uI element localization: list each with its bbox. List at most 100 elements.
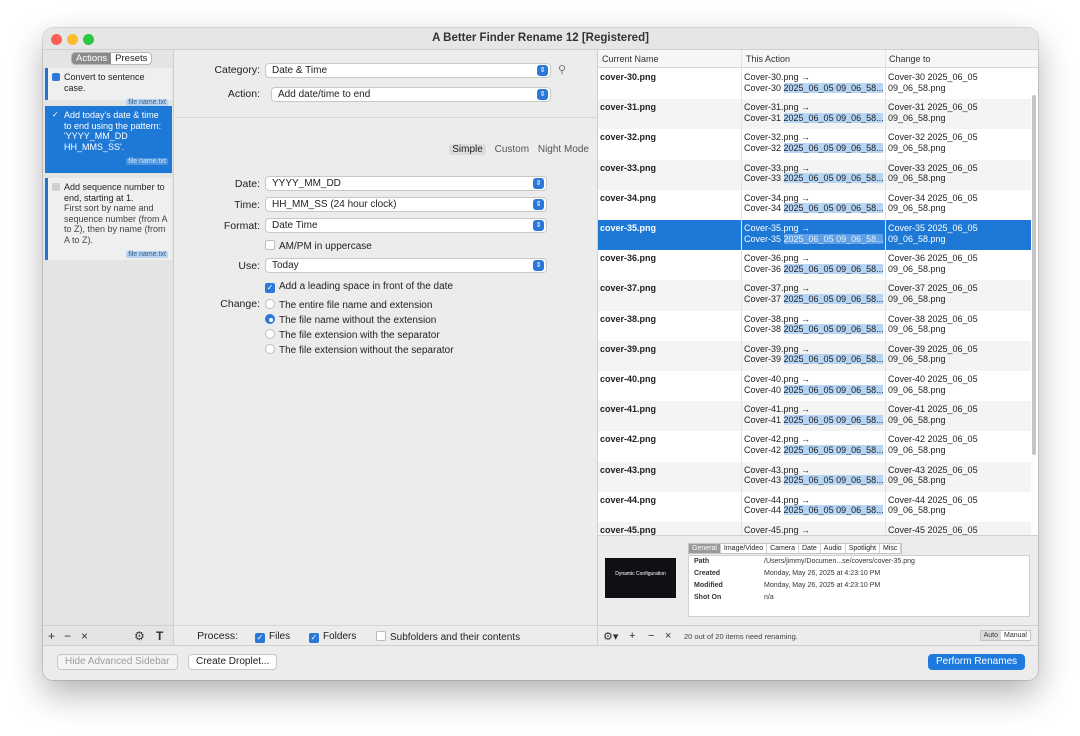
process-files-checkbox[interactable]: ✓ Files: [255, 631, 290, 643]
gear-icon[interactable]: ⚙▾: [603, 630, 618, 643]
info-tab-image-video[interactable]: Image/Video: [721, 544, 768, 553]
mode-night[interactable]: Night Mode: [538, 144, 589, 155]
change-to-line1: Cover-38 2025_06_05: [888, 313, 978, 324]
hide-advanced-sidebar-button[interactable]: Hide Advanced Sidebar: [57, 654, 178, 670]
current-name-cell: cover-44.png: [600, 494, 657, 505]
info-tab-audio[interactable]: Audio: [821, 544, 846, 553]
this-action-cell: Cover-39.png → Cover-39 2025_06_05 09_06_…: [744, 344, 883, 365]
remove-action-button[interactable]: −: [64, 629, 71, 643]
time-popup[interactable]: HH_MM_SS (24 hour clock) ⇕: [265, 197, 547, 212]
add-files-button[interactable]: +: [629, 630, 635, 642]
info-value: n/a: [764, 594, 774, 601]
ampm-uppercase-checkbox[interactable]: AM/PM in uppercase: [265, 240, 372, 252]
action-item-sequence-number[interactable]: Add sequence number to end, starting at …: [45, 178, 172, 260]
delete-action-button[interactable]: ×: [81, 629, 88, 643]
thumbnail-title: Dynamic Configuration: [615, 571, 666, 577]
auto-option[interactable]: Auto: [980, 631, 1002, 640]
change-option-ext-with-sep[interactable]: The file extension with the separator: [265, 329, 440, 341]
check-icon[interactable]: ✓: [255, 633, 265, 643]
table-row[interactable]: cover-42.png Cover-42.png → Cover-42 2025_…: [598, 431, 1031, 461]
info-tab-date[interactable]: Date: [799, 544, 821, 553]
table-row[interactable]: cover-40.png Cover-40.png → Cover-40 2025_…: [598, 371, 1031, 401]
tab-presets[interactable]: Presets: [111, 53, 151, 64]
action-enabled-checkbox[interactable]: [52, 183, 60, 191]
change-option-ext-without-sep[interactable]: The file extension without the separator: [265, 344, 454, 356]
info-tab-misc[interactable]: Misc: [880, 544, 902, 553]
table-row[interactable]: cover-32.png Cover-32.png → Cover-32 2025_…: [598, 129, 1031, 159]
info-tab-camera[interactable]: Camera: [767, 544, 799, 553]
checkbox-box[interactable]: [376, 631, 386, 641]
table-row[interactable]: cover-45.png Cover-45.png → Cover-45 2025_…: [598, 522, 1031, 535]
table-row[interactable]: cover-38.png Cover-38.png → Cover-38 2025_…: [598, 311, 1031, 341]
add-action-button[interactable]: +: [48, 629, 55, 643]
action-original: Cover-39.png →: [744, 343, 811, 354]
table-row[interactable]: cover-41.png Cover-41.png → Cover-41 2025_…: [598, 401, 1031, 432]
action-highlight: 2025_06_05 09_06_58...: [783, 112, 883, 123]
change-option-entire[interactable]: The entire file name and extension: [265, 299, 432, 311]
category-label: Category:: [214, 64, 260, 76]
column-current-name[interactable]: Current Name: [602, 54, 659, 64]
divider: [175, 117, 598, 118]
change-to-line1: Cover-30 2025_06_05: [888, 72, 978, 82]
rename-status: 20 out of 20 items need renaming.: [684, 632, 798, 641]
check-icon[interactable]: ✓: [309, 633, 319, 643]
check-icon[interactable]: ✓: [52, 111, 60, 119]
table-row[interactable]: cover-36.png Cover-36.png → Cover-36 2025_…: [598, 250, 1031, 280]
change-to-cell: Cover-44 2025_06_05 09_06_58.png: [888, 495, 1028, 516]
action-item-sentence-case[interactable]: Convert to sentence case. file name.txt: [45, 68, 172, 106]
remove-files-button[interactable]: −: [648, 630, 654, 642]
gear-icon[interactable]: ⚙: [134, 629, 145, 643]
action-item-title: Convert to sentence case.: [64, 72, 145, 93]
file-list-pane: Current Name This Action Change to cover…: [598, 50, 1038, 645]
radio-button[interactable]: [265, 314, 275, 324]
category-popup[interactable]: Date & Time ⇕: [265, 63, 551, 78]
radio-button[interactable]: [265, 329, 275, 339]
table-row[interactable]: cover-44.png Cover-44.png → Cover-44 2025_…: [598, 492, 1031, 522]
change-to-cell: Cover-42 2025_06_05 09_06_58.png: [888, 434, 1028, 455]
use-popup[interactable]: Today ⇕: [265, 258, 547, 273]
table-row[interactable]: cover-34.png Cover-34.png → Cover-34 2025_…: [598, 190, 1031, 220]
date-popup[interactable]: YYYY_MM_DD ⇕: [265, 176, 547, 191]
action-item-add-date-time[interactable]: ✓ Add today's date & time to end using t…: [45, 106, 172, 173]
table-row[interactable]: cover-37.png Cover-37.png → Cover-37 2025_…: [598, 280, 1031, 311]
check-icon[interactable]: ✓: [265, 283, 275, 293]
current-name-cell: cover-30.png: [600, 72, 657, 82]
table-row[interactable]: cover-39.png Cover-39.png → Cover-39 2025_…: [598, 340, 1031, 371]
create-droplet-button[interactable]: Create Droplet...: [188, 654, 278, 670]
column-this-action[interactable]: This Action: [746, 54, 790, 64]
action-highlight: 2025_06_05 09_06_58...: [783, 414, 883, 425]
clear-files-button[interactable]: ×: [665, 630, 671, 642]
table-row[interactable]: cover-30.png Cover-30.png → Cover-30 2025_…: [598, 69, 1031, 99]
table-row[interactable]: cover-33.png Cover-33.png → Cover-33 2025_…: [598, 159, 1031, 190]
mode-custom[interactable]: Custom: [495, 144, 529, 155]
perform-renames-button[interactable]: Perform Renames: [928, 654, 1026, 670]
radio-button[interactable]: [265, 299, 275, 309]
mode-simple[interactable]: Simple: [449, 144, 486, 155]
action-enabled-checkbox[interactable]: [52, 73, 60, 81]
leading-space-checkbox[interactable]: ✓ Add a leading space in front of the dat…: [265, 281, 453, 293]
change-option-name-only[interactable]: The file name without the extension: [265, 314, 436, 326]
table-row[interactable]: cover-35.png Cover-35.png → Cover-35 2025_…: [598, 220, 1031, 251]
process-folders-checkbox[interactable]: ✓ Folders: [309, 631, 356, 643]
process-subfolders-checkbox[interactable]: Subfolders and their contents: [376, 631, 520, 643]
format-popup[interactable]: Date Time ⇕: [265, 218, 547, 233]
action-popup[interactable]: Add date/time to end ⇕: [271, 87, 551, 102]
info-tab-spotlight[interactable]: Spotlight: [846, 544, 880, 553]
search-icon[interactable]: ⚲: [558, 63, 566, 76]
column-change-to[interactable]: Change to: [889, 54, 931, 64]
info-tab-general[interactable]: General: [689, 544, 721, 553]
action-settings-pane: Category: Date & Time ⇕ ⚲ Action: Add da…: [175, 50, 598, 645]
tab-actions[interactable]: Actions: [72, 53, 112, 64]
change-to-line2: 09_06_58.png: [888, 173, 946, 184]
text-add-icon[interactable]: T: [156, 629, 163, 643]
title-bar: A Better Finder Rename 12 [Registered]: [43, 28, 1038, 50]
file-list-toolbar: ⚙▾ + − × 20 out of 20 items need renamin…: [598, 625, 1038, 645]
action-value: Add date/time to end: [278, 89, 371, 100]
manual-option[interactable]: Manual: [1001, 631, 1030, 640]
table-row[interactable]: cover-31.png Cover-31.png → Cover-31 2025_…: [598, 99, 1031, 130]
checkbox-box[interactable]: [265, 240, 275, 250]
current-name-cell: cover-38.png: [600, 313, 657, 324]
table-row[interactable]: cover-43.png Cover-43.png → Cover-43 2025_…: [598, 461, 1031, 492]
file-list-scrollbar[interactable]: [1032, 95, 1036, 455]
radio-button[interactable]: [265, 344, 275, 354]
